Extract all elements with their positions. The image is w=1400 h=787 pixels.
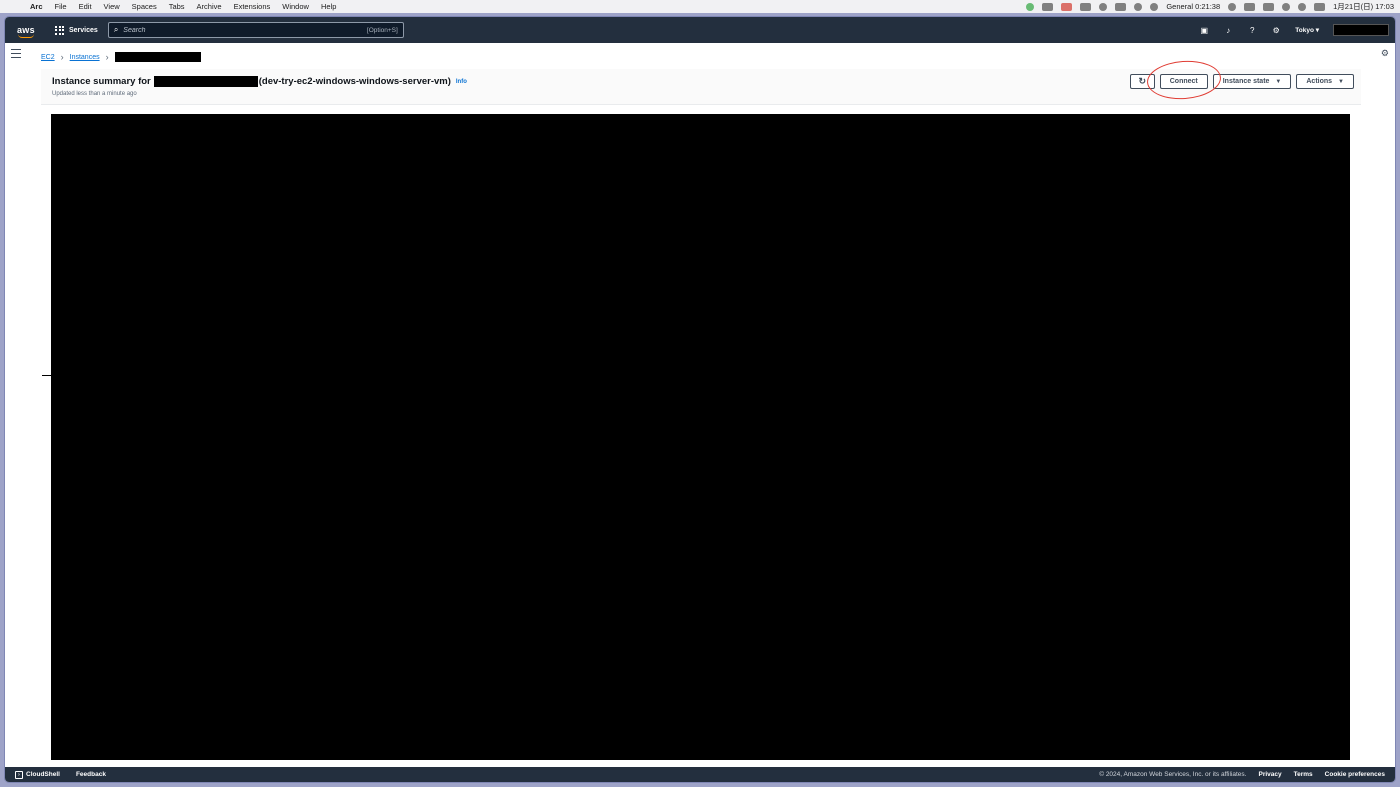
unified-search[interactable]: ⌕ [Option+S] (107, 22, 404, 38)
aws-logo[interactable]: aws (17, 25, 41, 38)
settings-gear-icon[interactable]: ⚙ (1271, 25, 1281, 35)
menu-extensions[interactable]: Extensions (234, 2, 271, 11)
help-icon[interactable]: ? (1247, 25, 1257, 35)
cloudshell-footer-icon: › (15, 770, 23, 779)
notification-tray-icon[interactable] (1228, 2, 1237, 11)
services-label: Services (69, 26, 98, 34)
footer-links: © 2024, Amazon Web Services, Inc. or its… (1099, 771, 1395, 778)
search-shortcut-hint: [Option+S] (366, 26, 398, 34)
footer-cloudshell-button[interactable]: › CloudShell (15, 770, 60, 779)
console-footer: › CloudShell Feedback © 2024, Amazon Web… (5, 767, 1395, 782)
footer-copyright: © 2024, Amazon Web Services, Inc. or its… (1099, 771, 1247, 778)
battery-icon[interactable] (1263, 2, 1275, 11)
breadcrumb-instances-link[interactable]: Instances (70, 54, 100, 61)
wifi-icon[interactable] (1282, 2, 1291, 11)
footer-cookie-link[interactable]: Cookie preferences (1325, 771, 1385, 778)
instance-state-label: Instance state (1222, 78, 1270, 85)
vpn-tray-icon[interactable] (1099, 2, 1108, 11)
aws-top-nav: aws Services ⌕ [Option+S] ▣ ♪ ? ⚙ Tokyo … (5, 17, 1395, 43)
menu-spaces[interactable]: Spaces (132, 2, 157, 11)
page-title: Instance summary for (dev-try-ec2-window… (52, 76, 467, 87)
region-label: Tokyo (1295, 27, 1314, 34)
spotlight-icon[interactable] (1298, 2, 1307, 11)
footer-cloudshell-label: CloudShell (26, 771, 60, 778)
menu-window[interactable]: Window (282, 2, 309, 11)
input-method-icon[interactable] (1244, 2, 1256, 11)
calendar-tray-icon[interactable] (1042, 2, 1054, 11)
line-app-icon[interactable] (1026, 2, 1035, 11)
header-actions: ↻ Connect Instance state ▼ Actions ▼ (1129, 58, 1354, 102)
instance-state-dropdown[interactable]: Instance state ▼ (1212, 74, 1292, 89)
cloudshell-icon[interactable]: ▣ (1199, 25, 1209, 35)
grid-tray-icon[interactable] (1115, 2, 1127, 11)
services-grid-icon (55, 25, 64, 35)
footer-privacy-link[interactable]: Privacy (1258, 771, 1281, 778)
footer-terms-link[interactable]: Terms (1294, 771, 1313, 778)
services-menu-button[interactable]: Services (55, 25, 98, 35)
breadcrumb-instance-id-redacted (114, 52, 201, 62)
aws-smile-icon (18, 34, 34, 38)
actions-label: Actions (1306, 78, 1333, 85)
instance-id-redacted (153, 76, 258, 87)
menu-archive[interactable]: Archive (197, 2, 222, 11)
instance-details-redacted (51, 114, 1350, 760)
menu-bar-clock[interactable]: 1月21日(日) 17:03 (1333, 1, 1394, 12)
title-prefix: Instance summary for (52, 76, 151, 87)
refresh-button[interactable]: ↻ (1129, 74, 1155, 89)
caret-down-icon: ▼ (1338, 78, 1344, 85)
updated-timestamp: Updated less than a minute ago (52, 91, 137, 97)
nav-right-group: ▣ ♪ ? ⚙ Tokyo ▾ (1199, 24, 1395, 36)
focus-timer: 0:21:38 (1195, 2, 1221, 11)
instance-summary-header: Instance summary for (dev-try-ec2-window… (41, 58, 1361, 105)
chevron-right-icon: › (60, 52, 64, 62)
focus-status[interactable]: General 0:21:38 (1166, 2, 1220, 11)
cloud-tray-icon[interactable] (1080, 2, 1092, 11)
search-input[interactable] (123, 26, 367, 34)
footer-feedback-link[interactable]: Feedback (76, 771, 106, 778)
connect-button[interactable]: Connect (1159, 74, 1208, 89)
browser-window: aws Services ⌕ [Option+S] ▣ ♪ ? ⚙ Tokyo … (4, 16, 1396, 783)
title-instance-name: (dev-try-ec2-windows-windows-server-vm) (258, 76, 451, 87)
actions-dropdown[interactable]: Actions ▼ (1296, 74, 1354, 89)
dropbox-tray-icon[interactable] (1061, 2, 1073, 11)
menu-tabs[interactable]: Tabs (169, 2, 185, 11)
macos-menu-bar: Arc File Edit View Spaces Tabs Archive E… (0, 0, 1400, 13)
menu-edit[interactable]: Edit (79, 2, 92, 11)
caret-down-icon: ▼ (1275, 78, 1282, 85)
search-icon: ⌕ (113, 25, 119, 34)
connect-wrapper: Connect (1145, 58, 1222, 102)
focus-label: General (1166, 2, 1193, 11)
control-center-icon[interactable] (1314, 2, 1326, 11)
refresh-icon: ↻ (1138, 76, 1146, 86)
account-menu-redacted[interactable] (1333, 24, 1389, 36)
chevron-right-icon: › (105, 52, 109, 62)
bluetooth-tray-icon[interactable] (1134, 2, 1143, 11)
breadcrumb: EC2 › Instances › (41, 52, 201, 62)
info-link[interactable]: Info (456, 79, 467, 85)
notifications-bell-icon[interactable]: ♪ (1223, 25, 1233, 35)
menu-help[interactable]: Help (321, 2, 336, 11)
menu-app-name[interactable]: Arc (30, 2, 43, 11)
side-nav-toggle-icon[interactable] (11, 49, 21, 58)
divider-tick (42, 375, 51, 376)
shield-tray-icon[interactable] (1150, 2, 1159, 11)
menu-file[interactable]: File (55, 2, 67, 11)
region-selector[interactable]: Tokyo ▾ (1295, 26, 1319, 34)
tools-panel-icon[interactable]: ⚙ (1381, 48, 1389, 59)
menu-view[interactable]: View (104, 2, 120, 11)
breadcrumb-ec2-link[interactable]: EC2 (41, 54, 55, 61)
